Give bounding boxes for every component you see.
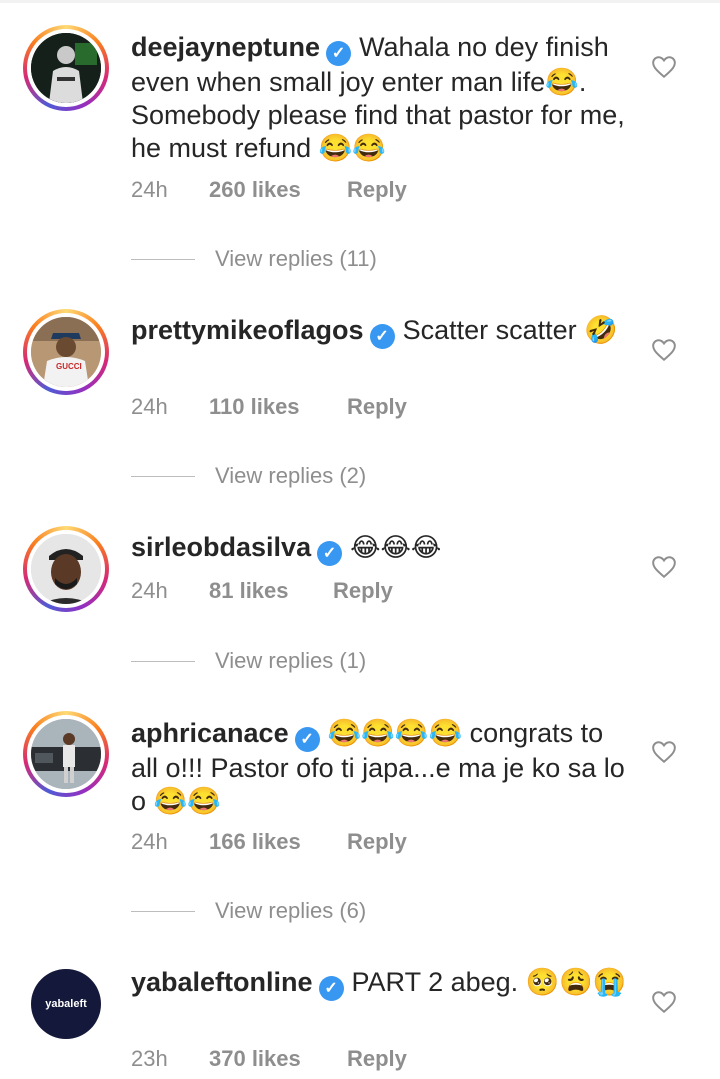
avatar-photo	[31, 534, 101, 604]
comment-text-block: yabaleftonline ✓ PART 2 abeg. 🥺😩😭	[131, 966, 631, 1001]
comment-time: 24h	[131, 578, 168, 603]
replies-divider	[131, 911, 195, 912]
verified-badge-icon: ✓	[369, 324, 395, 349]
comment-text: PART 2 abeg. 🥺😩😭	[351, 967, 627, 997]
heart-outline-icon[interactable]	[651, 989, 677, 1015]
verified-badge-icon: ✓	[294, 727, 320, 752]
reply-button[interactable]: Reply	[347, 1044, 407, 1074]
replies-divider	[131, 661, 195, 662]
view-replies-label[interactable]: View replies (2)	[215, 461, 366, 491]
verified-badge-icon: ✓	[318, 976, 344, 1001]
avatar[interactable]: yabaleft	[23, 961, 109, 1047]
comment-username[interactable]: deejayneptune	[131, 32, 320, 62]
heart-outline-icon[interactable]	[651, 337, 677, 363]
avatar-photo	[31, 33, 101, 103]
comment-text: Scatter scatter 🤣	[402, 315, 618, 345]
comment-time: 24h	[131, 829, 168, 854]
comment-text-block: prettymikeoflagos ✓ Scatter scatter 🤣	[131, 314, 631, 349]
comment-time: 23h	[131, 1046, 168, 1071]
avatar-logo: yabaleft	[45, 998, 87, 1010]
verified-badge-icon: ✓	[326, 41, 352, 66]
avatar-photo	[31, 719, 101, 789]
heart-outline-icon[interactable]	[651, 54, 677, 80]
heart-outline-icon[interactable]	[651, 739, 677, 765]
avatar[interactable]	[23, 526, 109, 612]
svg-text:GUCCI: GUCCI	[56, 362, 82, 371]
view-replies-label[interactable]: View replies (6)	[215, 896, 366, 926]
view-replies-label[interactable]: View replies (1)	[215, 646, 366, 676]
comment-username[interactable]: prettymikeoflagos	[131, 315, 364, 345]
comment-text-block: deejayneptune ✓ Wahala no dey finish even …	[131, 31, 631, 165]
replies-divider	[131, 476, 195, 477]
comment-likes[interactable]: 110 likes	[209, 392, 300, 422]
avatar[interactable]	[23, 25, 109, 111]
comment-time: 24h	[131, 177, 168, 202]
reply-button[interactable]: Reply	[333, 576, 393, 606]
comment-text-block: aphricanace ✓ 😂😂😂😂 congrats to all o!!! Pa…	[131, 717, 631, 818]
reply-button[interactable]: Reply	[347, 175, 407, 205]
avatar[interactable]: GUCCI	[23, 309, 109, 395]
comment-username[interactable]: sirleobdasilva	[131, 532, 311, 562]
comment-likes[interactable]: 370 likes	[209, 1044, 301, 1074]
comment-text-block: sirleobdasilva ✓ 😂😂😂	[131, 531, 631, 566]
avatar-photo: GUCCI	[31, 317, 101, 387]
comment-username[interactable]: yabaleftonline	[131, 967, 313, 997]
comment-likes[interactable]: 260 likes	[209, 175, 301, 205]
comment-likes[interactable]: 166 likes	[209, 827, 301, 857]
reply-button[interactable]: Reply	[347, 392, 407, 422]
replies-divider	[131, 259, 195, 260]
avatar[interactable]	[23, 711, 109, 797]
comment-username[interactable]: aphricanace	[131, 718, 289, 748]
top-divider	[0, 0, 720, 3]
comment-text: 😂😂😂	[350, 533, 442, 563]
view-replies-label[interactable]: View replies (11)	[215, 244, 377, 274]
comment-likes[interactable]: 81 likes	[209, 576, 289, 606]
heart-outline-icon[interactable]	[651, 554, 677, 580]
comment-time: 24h	[131, 394, 168, 419]
reply-button[interactable]: Reply	[347, 827, 407, 857]
verified-badge-icon: ✓	[317, 541, 343, 566]
